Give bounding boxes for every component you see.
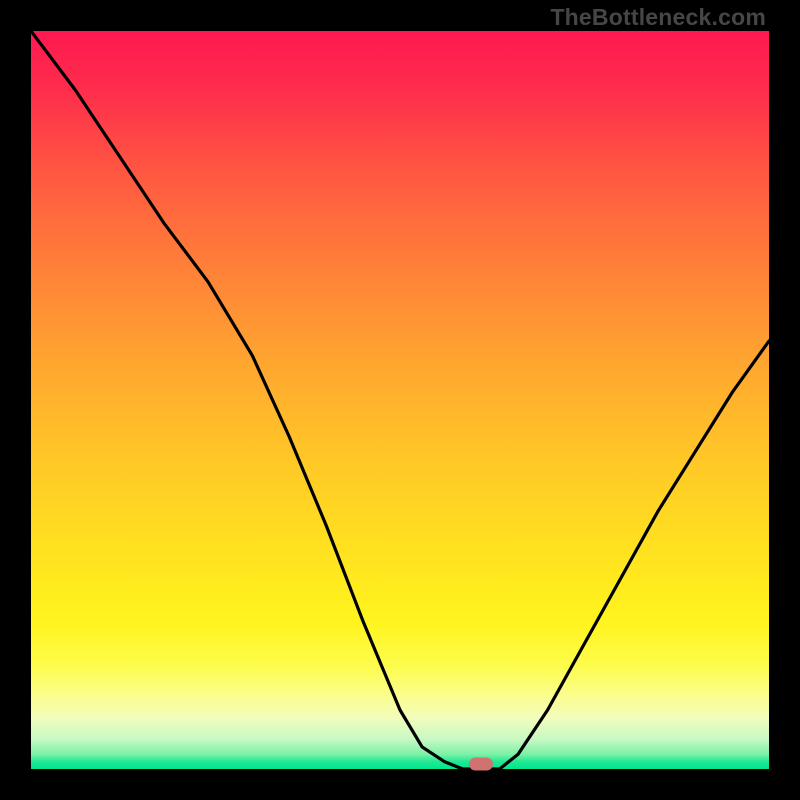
bottleneck-curve bbox=[31, 31, 769, 769]
chart-frame: TheBottleneck.com bbox=[0, 0, 800, 800]
watermark-label: TheBottleneck.com bbox=[550, 4, 766, 31]
optimal-marker bbox=[469, 758, 493, 771]
curve-path bbox=[31, 31, 769, 769]
